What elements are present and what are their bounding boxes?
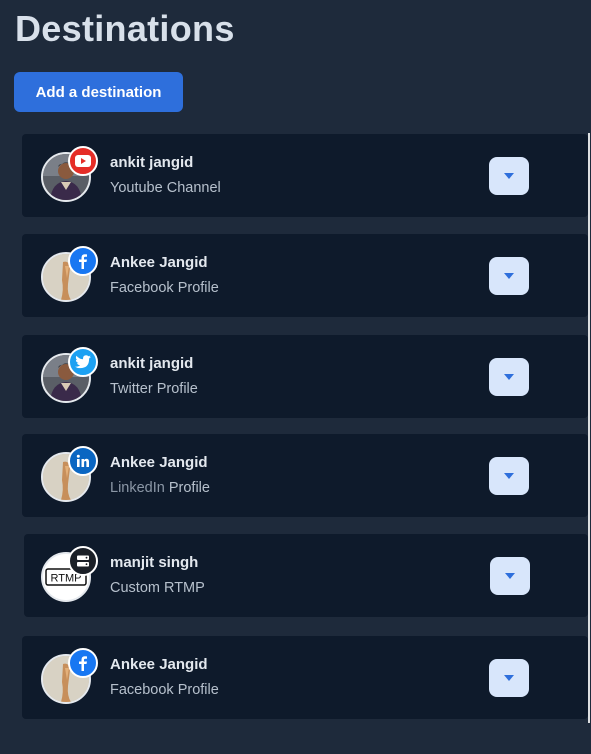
destination-name: Ankee Jangid — [110, 254, 208, 271]
server-icon — [68, 546, 98, 576]
destination-name: manjit singh — [110, 554, 199, 571]
destination-menu-button[interactable] — [489, 358, 529, 396]
page-title: Destinations — [15, 8, 235, 49]
destination-platform: Youtube Channel — [110, 180, 221, 196]
youtube-icon — [68, 146, 98, 176]
destination-platform: Facebook Profile — [110, 682, 219, 698]
add-destination-button[interactable]: Add a destination — [14, 72, 183, 112]
destination-menu-button[interactable] — [489, 157, 529, 195]
destination-platform: Twitter Profile — [110, 381, 198, 397]
destination-card[interactable]: ankit jangid Youtube Channel — [22, 134, 588, 217]
destination-menu-button[interactable] — [489, 257, 529, 295]
linkedin-icon — [68, 446, 98, 476]
twitter-icon — [68, 347, 98, 377]
destination-name: ankit jangid — [110, 154, 194, 171]
platform-prefix: LinkedIn — [110, 480, 165, 496]
destination-name: ankit jangid — [110, 355, 194, 372]
destination-platform: Custom RTMP — [110, 580, 205, 596]
caret-down-icon — [504, 675, 514, 681]
destination-card[interactable]: Ankee Jangid Facebook Profile — [22, 234, 588, 317]
scroll-edge — [588, 133, 590, 723]
avatar — [41, 648, 98, 704]
destination-platform: Facebook Profile — [110, 280, 219, 296]
avatar — [41, 146, 98, 202]
avatar: RTMP — [41, 546, 98, 602]
destination-menu-button[interactable] — [489, 659, 529, 697]
destination-card[interactable]: Ankee Jangid LinkedIn Profile — [22, 434, 588, 517]
caret-down-icon — [504, 473, 514, 479]
caret-down-icon — [504, 374, 514, 380]
avatar — [41, 246, 98, 302]
destination-name: Ankee Jangid — [110, 454, 208, 471]
facebook-icon — [68, 648, 98, 678]
avatar — [41, 446, 98, 502]
caret-down-icon — [504, 173, 514, 179]
destination-platform: LinkedIn Profile — [110, 480, 210, 496]
destination-card[interactable]: RTMP manjit singh Custom RTMP — [24, 534, 588, 617]
caret-down-icon — [504, 273, 514, 279]
destination-name: Ankee Jangid — [110, 656, 208, 673]
destination-menu-button[interactable] — [489, 457, 529, 495]
facebook-icon — [68, 246, 98, 276]
platform-suffix: Profile — [168, 480, 210, 496]
caret-down-icon — [505, 573, 515, 579]
destination-card[interactable]: Ankee Jangid Facebook Profile — [22, 636, 588, 719]
avatar — [41, 347, 98, 403]
destination-menu-button[interactable] — [490, 557, 530, 595]
destination-card[interactable]: ankit jangid Twitter Profile — [22, 335, 588, 418]
